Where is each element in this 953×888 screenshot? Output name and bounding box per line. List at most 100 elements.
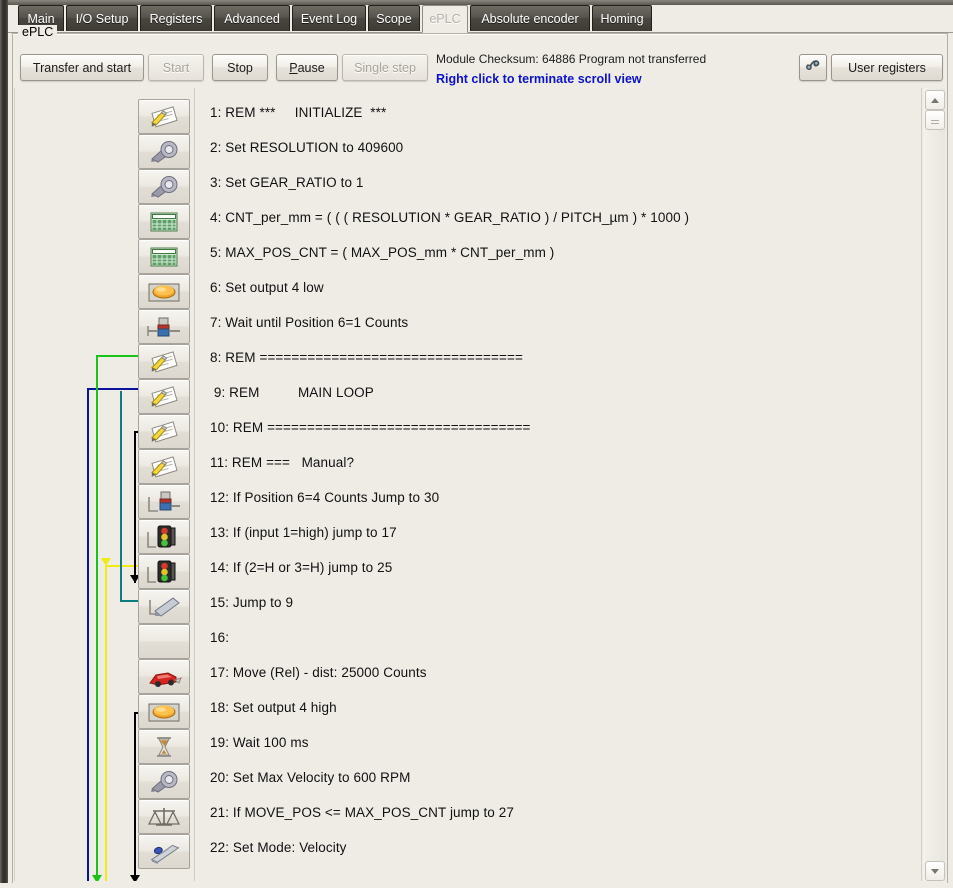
program-icon-2[interactable] <box>138 134 190 169</box>
groupbox-title: ePLC <box>18 25 58 39</box>
jump-arrow-icon <box>146 594 182 620</box>
program-line-4[interactable]: 4: CNT_per_mm = ( ( ( RESOLUTION * GEAR_… <box>210 210 689 225</box>
program-icon-20[interactable] <box>138 764 190 799</box>
program-icon-21[interactable] <box>138 799 190 834</box>
rem-note-icon <box>146 419 182 445</box>
program-icon-1[interactable] <box>138 99 190 134</box>
program-line-8[interactable]: 8: REM ================================= <box>210 350 523 365</box>
rem-note-icon <box>146 349 182 375</box>
user-registers-button[interactable]: User registers <box>831 54 943 81</box>
program-line-9[interactable]: 9: REM MAIN LOOP <box>210 385 374 400</box>
button-label: Pause <box>289 60 325 75</box>
program-line-3[interactable]: 3: Set GEAR_RATIO to 1 <box>210 175 364 190</box>
if-sensor-icon <box>146 489 182 515</box>
scrollbar-track[interactable] <box>923 88 945 881</box>
program-line-6[interactable]: 6: Set output 4 low <box>210 280 324 295</box>
program-icon-8[interactable] <box>138 344 190 379</box>
program-icon-22[interactable] <box>138 834 190 869</box>
program-icon-16[interactable] <box>138 624 190 659</box>
tab-label: Event Log <box>300 11 358 26</box>
list-column-separator <box>194 88 195 881</box>
rem-note-icon <box>146 384 182 410</box>
program-icon-3[interactable] <box>138 169 190 204</box>
transfer-and-start-button[interactable]: Transfer and start <box>20 54 144 81</box>
scroll-thumb[interactable] <box>925 110 945 130</box>
binoculars-icon <box>804 58 822 77</box>
tab-label: Absolute encoder <box>481 11 579 26</box>
program-line-7[interactable]: 7: Wait until Position 6=1 Counts <box>210 315 408 330</box>
program-icon-5[interactable] <box>138 239 190 274</box>
single-step-button: Single step <box>342 54 428 81</box>
arrow-down-glyph <box>931 868 939 874</box>
vertical-scrollbar[interactable] <box>921 88 946 881</box>
program-icon-17[interactable] <box>138 659 190 694</box>
program-line-14[interactable]: 14: If (2=H or 3=H) jump to 25 <box>210 560 392 575</box>
program-line-13[interactable]: 13: If (input 1=high) jump to 17 <box>210 525 397 540</box>
sensor-wait-icon <box>146 314 182 340</box>
calc-table-icon <box>146 244 182 270</box>
program-line-21[interactable]: 21: If MOVE_POS <= MAX_POS_CNT jump to 2… <box>210 805 514 820</box>
module-checksum-status: Module Checksum: 64886 Program not trans… <box>436 52 707 66</box>
program-icon-4[interactable] <box>138 204 190 239</box>
scroll-up-arrow-icon[interactable] <box>925 90 945 110</box>
tab-scope[interactable]: Scope <box>368 5 420 31</box>
program-line-20[interactable]: 20: Set Max Velocity to 600 RPM <box>210 770 410 785</box>
scroll-view-hint: Right click to terminate scroll view <box>436 72 642 86</box>
scroll-down-arrow-icon[interactable] <box>925 861 945 881</box>
tab-i-o-setup[interactable]: I/O Setup <box>66 5 138 31</box>
tab-label: Homing <box>600 11 644 26</box>
program-line-15[interactable]: 15: Jump to 9 <box>210 595 293 610</box>
program-line-5[interactable]: 5: MAX_POS_CNT = ( MAX_POS_mm * CNT_per_… <box>210 245 554 260</box>
program-line-2[interactable]: 2: Set RESOLUTION to 409600 <box>210 140 403 155</box>
move-icon <box>146 664 182 690</box>
tab-absolute-encoder[interactable]: Absolute encoder <box>470 5 590 31</box>
program-line-16[interactable]: 16: <box>210 630 229 645</box>
program-line-11[interactable]: 11: REM === Manual? <box>210 455 354 470</box>
program-icon-12[interactable] <box>138 484 190 519</box>
program-line-12[interactable]: 12: If Position 6=4 Counts Jump to 30 <box>210 490 439 505</box>
arrow-up-glyph <box>931 97 939 103</box>
tab-label: Registers <box>149 11 203 26</box>
program-line-1[interactable]: 1: REM *** INITIALIZE *** <box>210 105 386 120</box>
pause-button[interactable]: Pause <box>276 54 338 81</box>
tab-advanced[interactable]: Advanced <box>214 5 290 31</box>
program-icon-18[interactable] <box>138 694 190 729</box>
program-icon-15[interactable] <box>138 589 190 624</box>
program-icon-10[interactable] <box>138 414 190 449</box>
tab-eplc[interactable]: ePLC <box>422 5 468 33</box>
window-left-edge <box>0 0 8 888</box>
program-line-17[interactable]: 17: Move (Rel) - dist: 25000 Counts <box>210 665 427 680</box>
tab-label: Advanced <box>224 11 280 26</box>
tab-registers[interactable]: Registers <box>140 5 212 31</box>
tab-event-log[interactable]: Event Log <box>292 5 366 31</box>
stop-button[interactable]: Stop <box>212 54 268 81</box>
tab-label: Main <box>27 11 55 26</box>
program-icon-19[interactable] <box>138 729 190 764</box>
program-icon-6[interactable] <box>138 274 190 309</box>
program-line-19[interactable]: 19: Wait 100 ms <box>210 735 309 750</box>
program-icon-9[interactable] <box>138 379 190 414</box>
tab-label: I/O Setup <box>75 11 129 26</box>
program-list-panel[interactable]: 1: REM *** INITIALIZE *** 2: Set RESOLUTI… <box>14 88 945 881</box>
jump-line-green-arrowhead <box>92 875 102 881</box>
tab-homing[interactable]: Homing <box>592 5 652 31</box>
program-icon-13[interactable] <box>138 519 190 554</box>
program-icon-14[interactable] <box>138 554 190 589</box>
tab-label: ePLC <box>429 12 461 26</box>
if-input-icon <box>146 524 182 550</box>
scales-compare-icon <box>146 804 182 830</box>
empty-icon <box>146 629 182 655</box>
binoculars-button[interactable] <box>799 54 827 81</box>
button-label: Single step <box>354 60 416 75</box>
program-line-10[interactable]: 10: REM ================================… <box>210 420 531 435</box>
program-icon-11[interactable] <box>138 449 190 484</box>
jump-line-yellow-arrowhead <box>101 558 111 566</box>
program-line-22[interactable]: 22: Set Mode: Velocity <box>210 840 347 855</box>
wrench-set-icon <box>146 769 182 795</box>
tab-bar: Main I/O Setup Registers Advanced Event Log S… <box>8 5 953 33</box>
program-line-18[interactable]: 18: Set output 4 high <box>210 700 337 715</box>
eplc-window: Main I/O Setup Registers Advanced Event Log S… <box>0 0 953 888</box>
program-icon-7[interactable] <box>138 309 190 344</box>
wrench-set-icon <box>146 174 182 200</box>
button-label: Stop <box>227 60 253 75</box>
